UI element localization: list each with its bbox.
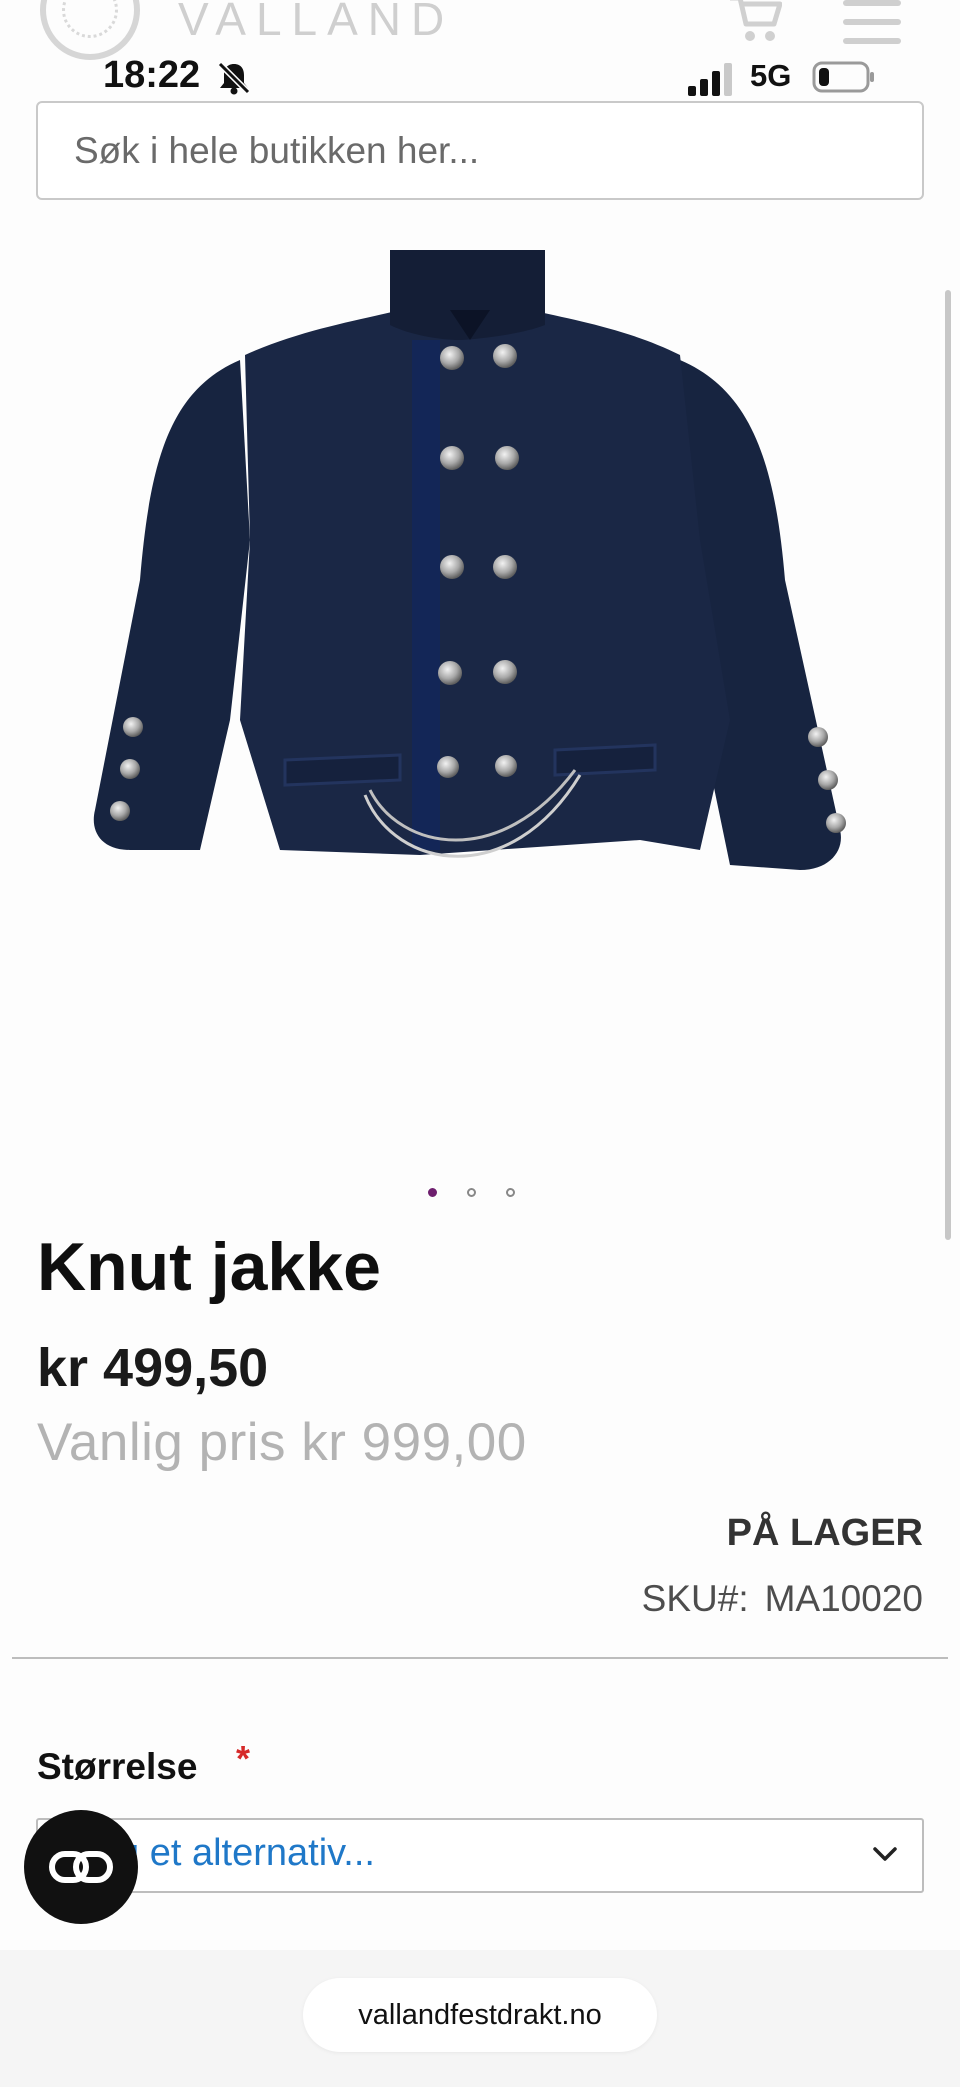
gallery-dot-1[interactable]	[428, 1188, 437, 1197]
product-image[interactable]	[0, 250, 945, 1130]
bell-slash-icon	[217, 61, 251, 95]
gallery-pagination	[428, 1188, 538, 1202]
status-time: 18:22	[103, 54, 201, 96]
product-price: kr 499,50	[37, 1338, 269, 1398]
gallery-dot-2[interactable]	[467, 1188, 476, 1197]
scroll-indicator[interactable]	[945, 290, 951, 1240]
logo-text[interactable]: VALLAND	[178, 0, 454, 46]
logo-emblem[interactable]	[40, 0, 140, 60]
link-icon	[49, 1851, 113, 1883]
sku: SKU#: MA10020	[642, 1578, 923, 1620]
chevron-down-icon[interactable]	[870, 1842, 900, 1866]
gallery-dot-3[interactable]	[506, 1188, 515, 1197]
sku-value: MA10020	[764, 1578, 923, 1619]
chat-button[interactable]	[24, 1810, 138, 1924]
stock-status: PÅ LAGER	[726, 1512, 923, 1554]
url-bar[interactable]: vallandfestdrakt.no	[303, 1978, 657, 2052]
size-label: Størrelse	[37, 1746, 198, 1787]
size-select-value[interactable]: g et alternativ...	[118, 1832, 375, 1875]
regular-price: Vanlig pris kr 999,00	[37, 1413, 527, 1472]
sku-label: SKU#:	[641, 1578, 749, 1619]
battery-icon	[812, 61, 874, 93]
search-field[interactable]	[36, 101, 924, 200]
network-label: 5G	[750, 58, 792, 93]
required-mark: *	[236, 1738, 251, 1779]
search-input[interactable]	[38, 103, 922, 198]
product-title: Knut jakke	[37, 1229, 381, 1305]
cart-icon[interactable]	[728, 0, 782, 44]
divider	[12, 1657, 948, 1659]
signal-icon	[688, 63, 732, 96]
hamburger-menu-icon[interactable]	[843, 0, 901, 44]
